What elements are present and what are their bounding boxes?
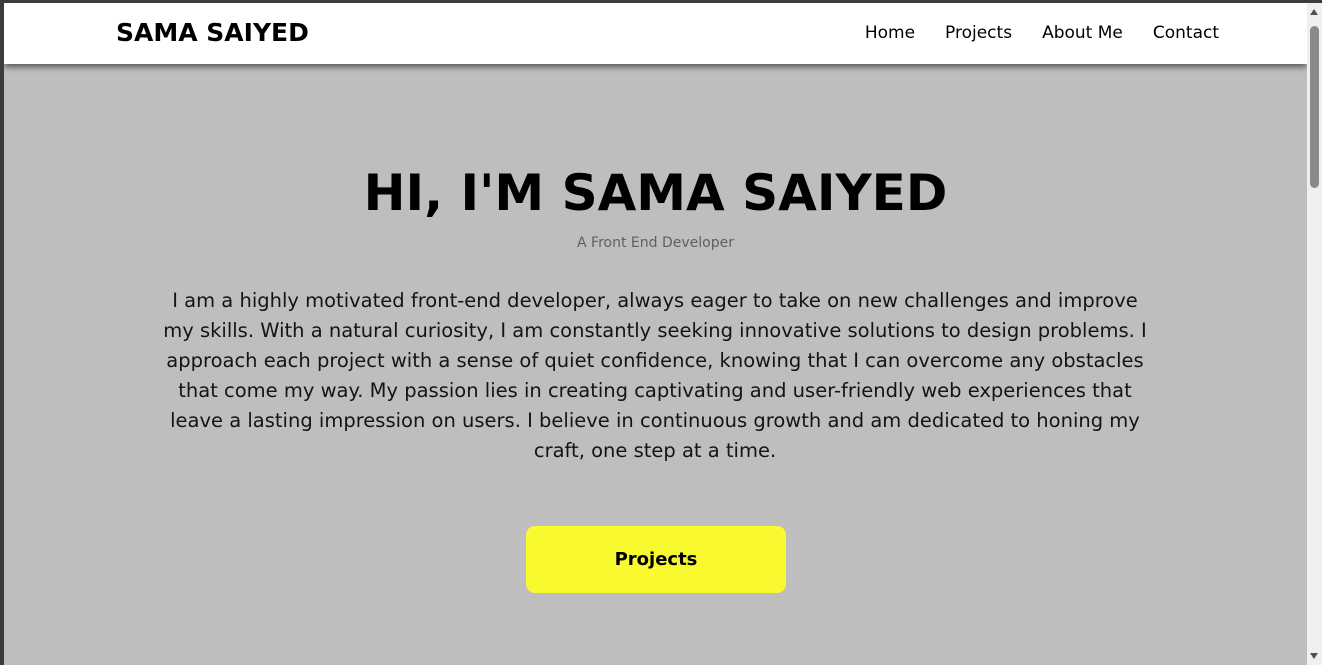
- scroll-up-arrow-icon[interactable]: [1310, 9, 1318, 15]
- nav-link-projects[interactable]: Projects: [945, 23, 1012, 43]
- hero-section: HI, I'M SAMA SAIYED A Front End Develope…: [4, 64, 1307, 665]
- hero-subtitle: A Front End Developer: [577, 235, 734, 251]
- nav-link-contact[interactable]: Contact: [1153, 23, 1219, 43]
- hero-description: I am a highly motivated front-end develo…: [163, 289, 1147, 462]
- navbar: SAMA SAIYED Home Projects About Me Conta…: [4, 3, 1307, 64]
- brand-logo-text[interactable]: SAMA SAIYED: [116, 18, 309, 47]
- page-viewport: SAMA SAIYED Home Projects About Me Conta…: [4, 3, 1307, 665]
- nav-link-home[interactable]: Home: [865, 23, 915, 43]
- nav-links: Home Projects About Me Contact: [865, 23, 1219, 43]
- nav-link-about-me[interactable]: About Me: [1042, 23, 1123, 43]
- scroll-down-arrow-icon[interactable]: [1310, 653, 1318, 659]
- hero-title: HI, I'M SAMA SAIYED: [363, 164, 948, 222]
- scrollbar-thumb[interactable]: [1310, 26, 1319, 188]
- browser-window: SAMA SAIYED Home Projects About Me Conta…: [4, 3, 1322, 665]
- vertical-scrollbar[interactable]: [1307, 3, 1322, 665]
- projects-button[interactable]: Projects: [526, 526, 786, 593]
